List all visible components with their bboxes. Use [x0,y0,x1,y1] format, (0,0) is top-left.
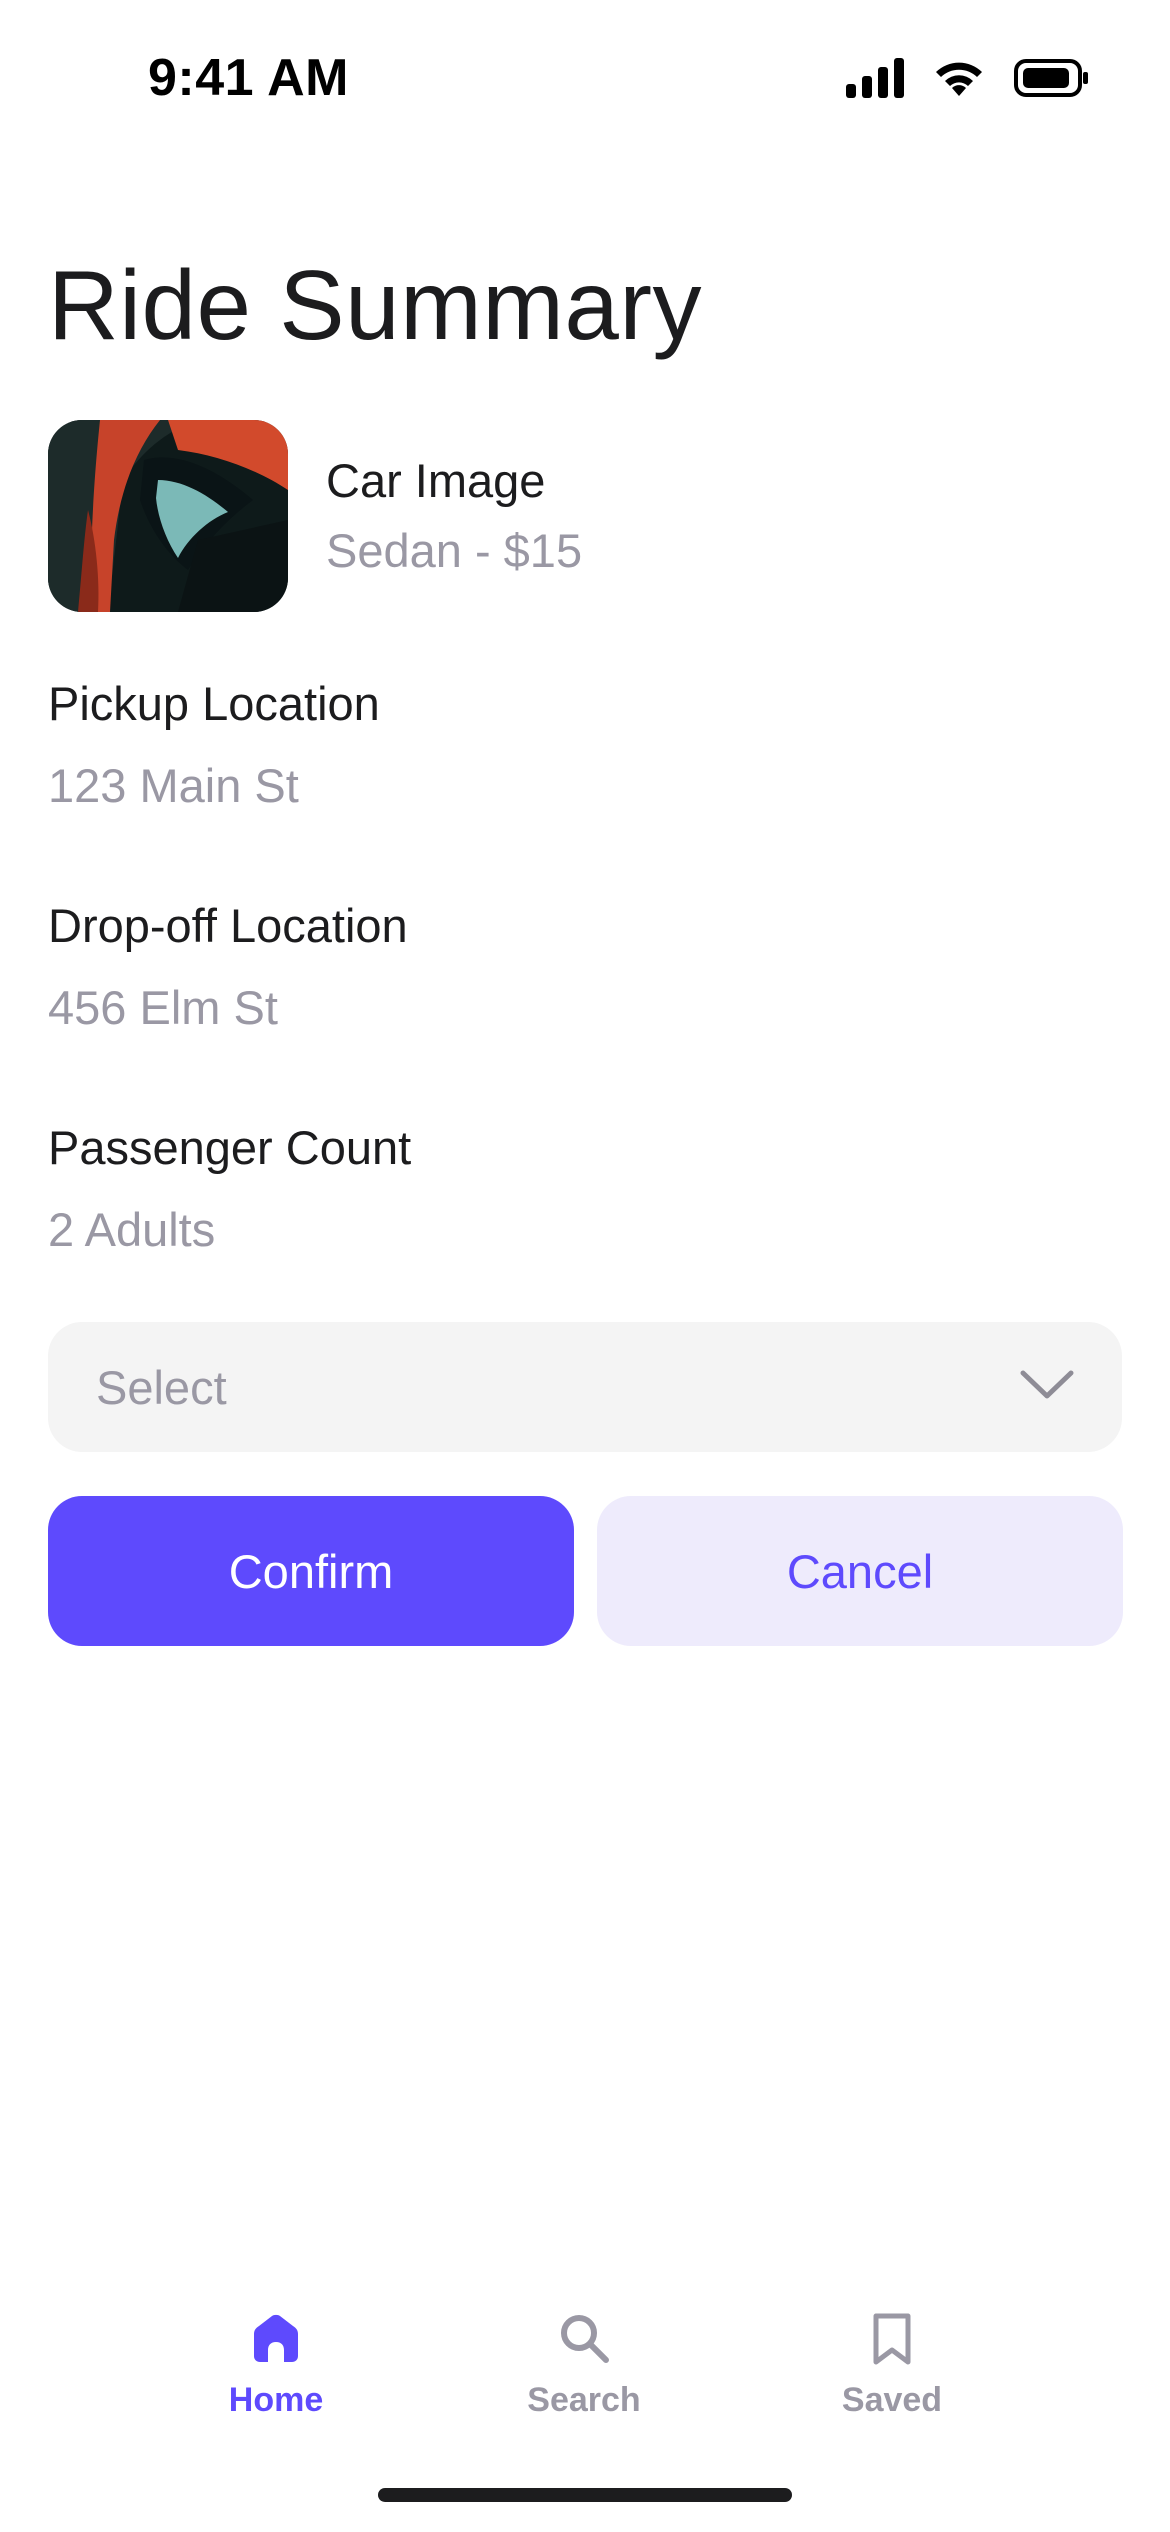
home-icon [248,2310,304,2371]
pickup-label: Pickup Location [48,677,380,730]
tab-saved[interactable]: Saved [792,2310,992,2420]
pickup-value: 123 Main St [48,759,299,813]
status-bar: 9:41 AM [0,0,1170,160]
dropoff-label: Drop-off Location [48,899,408,952]
car-summary: Car Image Sedan - $15 [48,420,1122,612]
home-indicator [378,2488,792,2502]
tab-home-label: Home [228,2381,324,2419]
car-thumbnail [48,420,288,612]
cellular-signal-icon [846,58,904,98]
passenger-select[interactable]: Select [48,1322,1122,1452]
search-icon [556,2310,612,2371]
tab-home[interactable]: Home [176,2310,376,2420]
passenger-label: Passenger Count [48,1121,412,1174]
chevron-down-icon [1020,1370,1074,1405]
select-value: Select [96,1360,227,1414]
tab-search[interactable]: Search [484,2310,684,2420]
cancel-button[interactable]: Cancel [597,1496,1123,1646]
status-time: 9:41 AM [148,49,349,107]
status-icons [846,58,1090,98]
battery-icon [1014,59,1090,97]
confirm-button[interactable]: Confirm [48,1496,574,1646]
passenger-section: Passenger Count 2 Adults [48,1120,1122,1259]
car-name: Car Image [326,453,546,507]
dropoff-section: Drop-off Location 456 Elm St [48,898,1122,1037]
tab-saved-label: Saved [841,2381,943,2419]
pickup-section: Pickup Location 123 Main St [48,676,1122,815]
passenger-value: 2 Adults [48,1203,216,1257]
tab-bar: Home Search Saved [0,2310,1170,2460]
wifi-icon [932,58,986,98]
bookmark-icon [864,2310,920,2371]
page-title: Ride Summary [48,250,703,360]
car-type-price: Sedan - $15 [326,524,583,577]
car-info: Car Image Sedan - $15 [326,453,582,580]
dropoff-value: 456 Elm St [48,981,278,1035]
tab-search-label: Search [527,2381,641,2419]
